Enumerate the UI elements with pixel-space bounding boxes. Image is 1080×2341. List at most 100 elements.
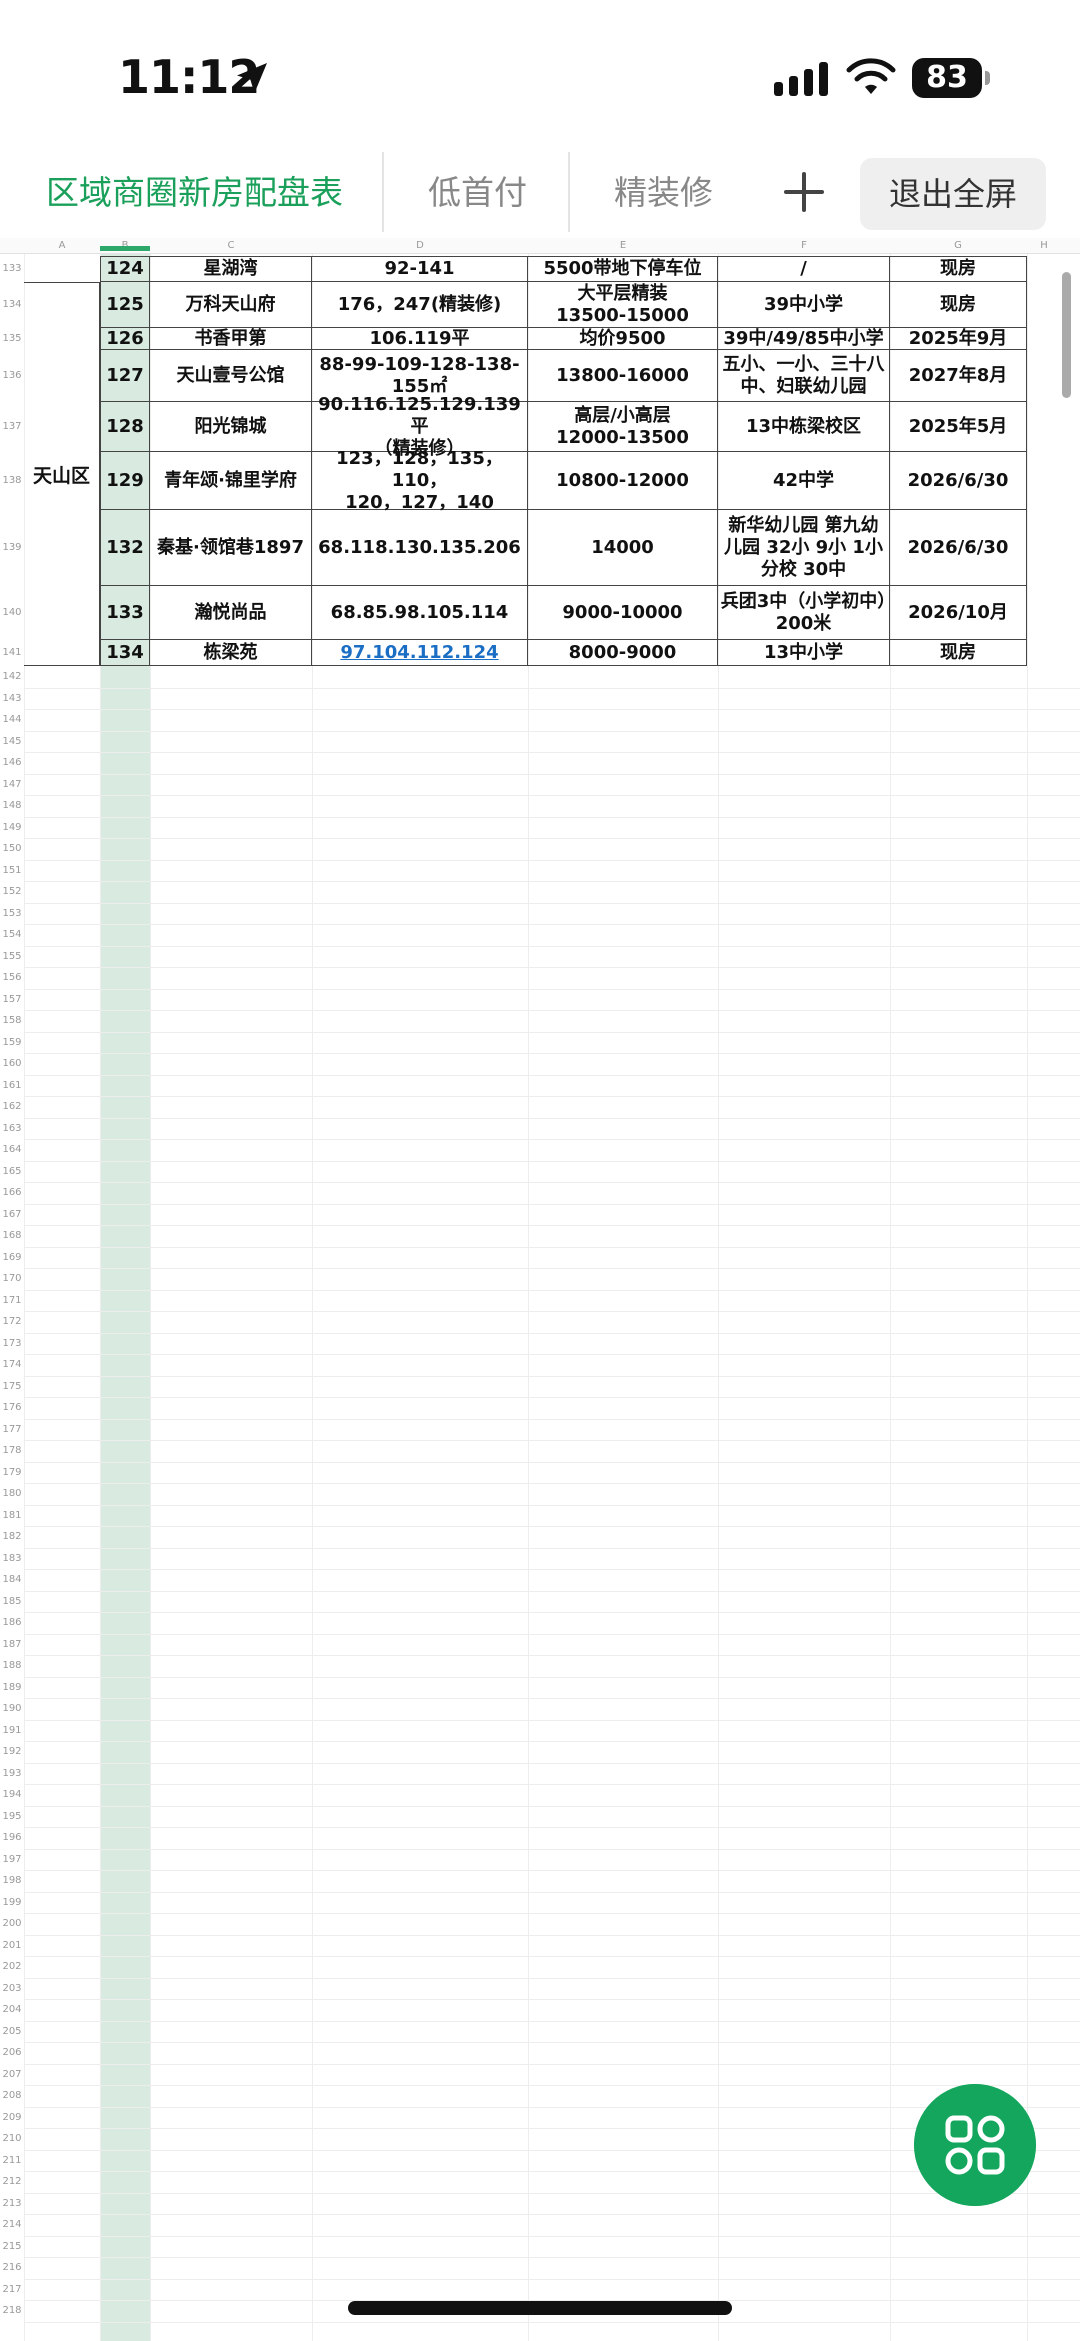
row-number[interactable]: 186	[0, 1612, 24, 1634]
row-number[interactable]: 156	[0, 967, 24, 989]
cell-school[interactable]: 39中/49/85中小学	[718, 328, 890, 350]
cell-delivery[interactable]: 2026/6/30	[890, 510, 1027, 586]
row-number[interactable]: 175	[0, 1376, 24, 1398]
cell-delivery[interactable]: 2027年8月	[890, 350, 1027, 402]
row-number[interactable]: 143	[0, 688, 24, 710]
row-number[interactable]: 215	[0, 2236, 24, 2258]
row-number[interactable]: 205	[0, 2021, 24, 2043]
row-number[interactable]: 202	[0, 1956, 24, 1978]
cell-delivery[interactable]: 2025年5月	[890, 402, 1027, 452]
cell-name[interactable]: 天山壹号公馆	[150, 350, 312, 402]
row-number[interactable]: 145	[0, 731, 24, 753]
row-number[interactable]: 184	[0, 1569, 24, 1591]
row-number[interactable]: 168	[0, 1225, 24, 1247]
row-number[interactable]: 153	[0, 903, 24, 925]
row-number[interactable]: 148	[0, 795, 24, 817]
row-number[interactable]: 155	[0, 946, 24, 968]
row-number[interactable]: 206	[0, 2042, 24, 2064]
row-number[interactable]: 204	[0, 1999, 24, 2021]
cell-name[interactable]: 阳光锦城	[150, 402, 312, 452]
spreadsheet-grid[interactable]: ABCDEFGH 1331341351361371381391401411421…	[0, 238, 1080, 2341]
tab-low-down-payment[interactable]: 低首付	[428, 150, 527, 236]
cell-school[interactable]: 13中栋梁校区	[718, 402, 890, 452]
row-number[interactable]: 162	[0, 1096, 24, 1118]
tab-region-listing[interactable]: 区域商圈新房配盘表	[46, 150, 343, 236]
cell-area[interactable]: 106.119平	[312, 328, 528, 350]
cell-price[interactable]: 大平层精装 13500-15000	[528, 282, 718, 328]
column-header-g[interactable]: G	[943, 238, 973, 254]
cell-no[interactable]: 129	[100, 452, 150, 510]
add-sheet-icon[interactable]	[776, 162, 832, 222]
row-number[interactable]: 212	[0, 2171, 24, 2193]
row-number[interactable]: 169	[0, 1247, 24, 1269]
cell-school[interactable]: 新华幼儿园 第九幼儿园 32小 9小 1小分校 30中	[718, 510, 890, 586]
row-number[interactable]: 140	[0, 586, 24, 640]
cell-no[interactable]: 125	[100, 282, 150, 328]
row-number[interactable]: 203	[0, 1978, 24, 2000]
cell-name[interactable]: 栋梁苑	[150, 640, 312, 666]
row-number[interactable]: 157	[0, 989, 24, 1011]
row-number[interactable]: 160	[0, 1053, 24, 1075]
cell-price[interactable]: 均价9500	[528, 328, 718, 350]
row-number[interactable]: 158	[0, 1010, 24, 1032]
cell-name[interactable]: 万科天山府	[150, 282, 312, 328]
cell-no[interactable]: 134	[100, 640, 150, 666]
cell-price[interactable]: 14000	[528, 510, 718, 586]
row-number[interactable]: 182	[0, 1526, 24, 1548]
row-number[interactable]: 185	[0, 1591, 24, 1613]
cell-school[interactable]: 五小、一小、三十八中、妇联幼儿园	[718, 350, 890, 402]
row-number[interactable]: 193	[0, 1763, 24, 1785]
exit-fullscreen-button[interactable]: 退出全屏	[860, 158, 1046, 230]
cell-price[interactable]: 5500带地下停车位	[528, 256, 718, 282]
row-number[interactable]: 214	[0, 2214, 24, 2236]
row-number[interactable]: 137	[0, 402, 24, 452]
cell-delivery[interactable]: 2026/10月	[890, 586, 1027, 640]
row-number[interactable]: 154	[0, 924, 24, 946]
cell-area[interactable]: 68.85.98.105.114	[312, 586, 528, 640]
cell-delivery[interactable]: 现房	[890, 256, 1027, 282]
row-number[interactable]: 167	[0, 1204, 24, 1226]
row-number[interactable]: 208	[0, 2085, 24, 2107]
cell-name[interactable]: 瀚悦尚品	[150, 586, 312, 640]
row-number[interactable]: 151	[0, 860, 24, 882]
row-number[interactable]: 133	[0, 256, 24, 282]
row-number[interactable]: 141	[0, 640, 24, 666]
row-number[interactable]: 211	[0, 2150, 24, 2172]
cell-delivery[interactable]: 2025年9月	[890, 328, 1027, 350]
column-header-e[interactable]: E	[608, 238, 638, 254]
row-number[interactable]: 210	[0, 2128, 24, 2150]
row-number[interactable]: 179	[0, 1462, 24, 1484]
cell-price[interactable]: 10800-12000	[528, 452, 718, 510]
row-number[interactable]: 149	[0, 817, 24, 839]
district-merged-cell[interactable]: 天山区	[24, 282, 100, 666]
cell-no[interactable]: 124	[100, 256, 150, 282]
row-number[interactable]: 190	[0, 1698, 24, 1720]
row-number[interactable]: 194	[0, 1784, 24, 1806]
row-number[interactable]: 201	[0, 1935, 24, 1957]
cell-price[interactable]: 高层/小高层 12000-13500	[528, 402, 718, 452]
row-number[interactable]: 172	[0, 1311, 24, 1333]
row-number[interactable]: 150	[0, 838, 24, 860]
row-number[interactable]: 178	[0, 1440, 24, 1462]
row-number[interactable]: 207	[0, 2064, 24, 2086]
row-number[interactable]: 164	[0, 1139, 24, 1161]
row-number[interactable]: 213	[0, 2193, 24, 2215]
row-number[interactable]: 209	[0, 2107, 24, 2129]
cell-price[interactable]: 13800-16000	[528, 350, 718, 402]
cell-school[interactable]: 42中学	[718, 452, 890, 510]
row-number[interactable]: 200	[0, 1913, 24, 1935]
row-number[interactable]: 173	[0, 1333, 24, 1355]
row-number[interactable]: 191	[0, 1720, 24, 1742]
row-number[interactable]: 166	[0, 1182, 24, 1204]
cell-no[interactable]: 126	[100, 328, 150, 350]
cell-area[interactable]: 90.116.125.129.139平 （精装修）	[312, 394, 528, 459]
row-number[interactable]: 152	[0, 881, 24, 903]
row-number[interactable]: 146	[0, 752, 24, 774]
cell-name[interactable]: 秦基·领馆巷1897	[150, 510, 312, 586]
cell-delivery[interactable]: 现房	[890, 282, 1027, 328]
row-number[interactable]: 218	[0, 2300, 24, 2322]
cell-area[interactable]: 97.104.112.124	[312, 640, 528, 666]
cell-area[interactable]: 176，247(精装修)	[312, 282, 528, 328]
cell-school[interactable]: /	[718, 256, 890, 282]
row-number[interactable]: 216	[0, 2257, 24, 2279]
